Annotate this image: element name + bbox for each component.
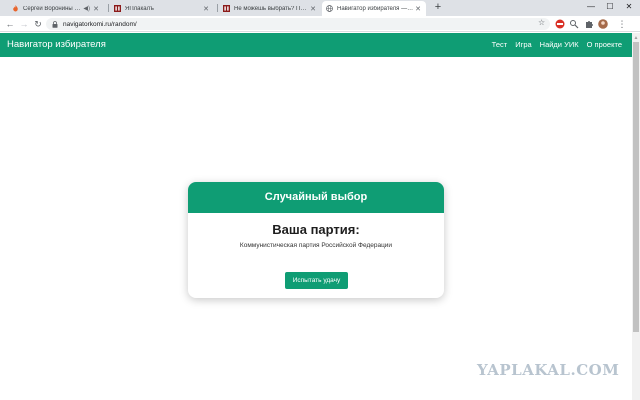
reload-icon[interactable]: ↻ (32, 18, 44, 30)
random-choice-card: Случайный выбор Ваша партия: Коммунистич… (188, 182, 444, 298)
forward-arrow-icon[interactable]: → (18, 18, 30, 30)
puzzle-icon[interactable] (584, 19, 594, 29)
tab-title: Навигатор избирателя — Слу... (337, 5, 414, 12)
scroll-up-arrow-icon[interactable]: ▲ (632, 35, 640, 41)
result-heading: Ваша партия: (272, 222, 360, 237)
tab-separator (217, 4, 218, 12)
yaplakal-icon (223, 5, 230, 12)
back-arrow-icon[interactable]: ← (4, 18, 16, 30)
lock-icon (52, 20, 58, 28)
tab-title: Сергей Воронины смотрит... (23, 5, 83, 12)
tab-1[interactable]: Сергей Воронины смотрит... ◀) ✕ (8, 1, 104, 16)
tab-title: Не можешь выбрать? Пройди... (234, 5, 309, 12)
minimize-button[interactable]: — (584, 2, 598, 11)
close-icon[interactable]: ✕ (202, 5, 210, 13)
menu-item-about[interactable]: О проекте (587, 40, 622, 49)
bookmark-star-icon[interactable]: ☆ (538, 18, 545, 27)
browser-toolbar: ← → ↻ navigatorkomi.ru/random/ ☆ ⋮ (0, 16, 640, 32)
menu-kebab-icon[interactable]: ⋮ (616, 18, 628, 30)
tab-title: ЯПлакалъ (125, 5, 154, 12)
tab-separator (108, 4, 109, 12)
site-menu: Тест Игра Найди УИК О проекте (492, 40, 622, 49)
new-tab-button[interactable]: + (432, 2, 444, 14)
url-text: navigatorkomi.ru/random/ (63, 20, 137, 28)
tab-3[interactable]: Не можешь выбрать? Пройди... ✕ (219, 1, 321, 16)
tab-4-active[interactable]: Навигатор избирателя — Слу... ✕ (322, 1, 426, 16)
close-icon[interactable]: ✕ (309, 5, 317, 13)
menu-item-game[interactable]: Игра (515, 40, 531, 49)
party-name: Коммунистическая партия Российской Федер… (239, 242, 393, 249)
yaplakal-icon (114, 5, 121, 12)
watermark-logo: YAPLAKAL.COM (477, 361, 620, 379)
address-bar[interactable]: navigatorkomi.ru/random/ (46, 18, 550, 30)
extension-icon[interactable] (555, 19, 565, 29)
globe-icon (326, 5, 333, 12)
close-icon[interactable]: ✕ (92, 5, 100, 13)
browser-tabstrip: Сергей Воронины смотрит... ◀) ✕ ЯПлакалъ… (0, 0, 640, 16)
menu-item-test[interactable]: Тест (492, 40, 508, 49)
try-luck-button[interactable]: Испытать удачу (285, 272, 348, 289)
maximize-button[interactable]: ☐ (603, 2, 617, 11)
speaker-icon[interactable]: ◀) (83, 5, 90, 12)
site-brand[interactable]: Навигатор избирателя (7, 39, 106, 50)
tab-2[interactable]: ЯПлакалъ ✕ (110, 1, 214, 16)
extension-icon[interactable] (569, 19, 579, 29)
flame-icon (12, 5, 19, 12)
card-header: Случайный выбор (188, 182, 444, 213)
close-window-button[interactable]: ✕ (622, 2, 636, 11)
scroll-thumb[interactable] (633, 42, 639, 332)
close-icon[interactable]: ✕ (414, 5, 422, 13)
menu-item-find-uik[interactable]: Найди УИК (540, 40, 579, 49)
page-scrollbar[interactable]: ▲ (632, 33, 640, 400)
site-navbar: Навигатор избирателя Тест Игра Найди УИК… (0, 33, 632, 57)
avatar[interactable] (598, 19, 608, 29)
